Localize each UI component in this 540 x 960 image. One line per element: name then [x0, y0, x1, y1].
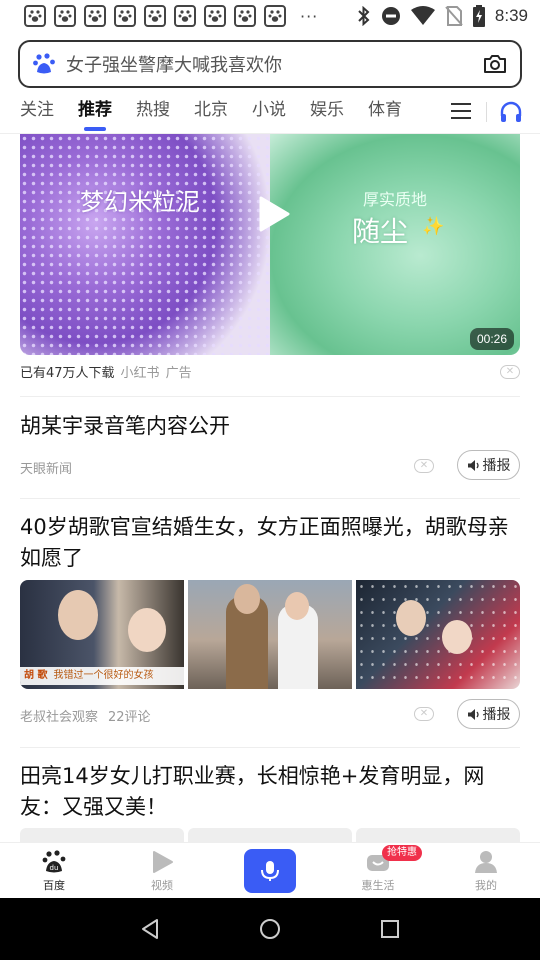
tab-entertainment[interactable]: 娱乐: [310, 90, 344, 134]
read-aloud-label: 播报: [482, 458, 511, 474]
status-bar: ··· 8:39: [0, 0, 540, 32]
dismiss-article-icon[interactable]: ✕: [414, 459, 434, 473]
back-icon[interactable]: [140, 918, 160, 940]
baidu-paw-icon: [33, 53, 55, 74]
article-image: 胡 歌我错过一个很好的女孩: [20, 580, 184, 689]
nav-baidu-label: 百度: [43, 878, 65, 892]
tab-sports[interactable]: 体育: [368, 90, 402, 134]
baidu-notification-icon: [234, 5, 256, 27]
nav-life[interactable]: 惠生活 抢特惠: [324, 843, 432, 898]
article-meta: 老叔社会观察 22评论: [20, 706, 161, 725]
baidu-notification-icon: [264, 5, 286, 27]
ad-image-left: 梦幻米粒泥: [20, 134, 270, 355]
baidu-home-icon: du: [42, 849, 66, 872]
baidu-notification-icon: [54, 5, 76, 27]
home-icon[interactable]: [259, 918, 281, 940]
promo-badge: 抢特惠: [382, 845, 422, 861]
article-title[interactable]: 40岁胡歌官宣结婚生女，女方正面照曝光，胡歌母亲如愿了: [20, 512, 520, 574]
video-duration: 00:26: [470, 328, 515, 350]
article-source: 天眼新闻: [20, 462, 73, 477]
baidu-notification-icon: [204, 5, 226, 27]
battery-charging-icon: [472, 5, 485, 27]
recents-icon[interactable]: [380, 919, 400, 939]
do-not-disturb-icon: [381, 7, 400, 25]
nav-voice-search[interactable]: [216, 843, 324, 898]
ad-image-right: 厚实质地 随尘 ✨: [270, 134, 520, 355]
sparkle-icon: ✨: [422, 216, 445, 237]
article-title[interactable]: 田亮14岁女儿打职业赛，长相惊艳+发育明显，网友：又强又美！: [20, 761, 520, 823]
system-navigation-bar: [0, 898, 540, 960]
svg-text:du: du: [50, 864, 59, 872]
ad-meta: 已有47万人下载 小红书 广告: [20, 362, 192, 381]
search-bar[interactable]: 女子强坐警摩大喊我喜欢你: [18, 40, 522, 88]
divider: [486, 102, 487, 122]
divider: [20, 396, 520, 397]
read-aloud-button[interactable]: 播报: [457, 699, 520, 729]
microphone-icon: [261, 860, 279, 881]
nav-life-label: 惠生活: [361, 878, 395, 892]
speaker-icon: [467, 708, 479, 720]
dismiss-article-icon[interactable]: ✕: [414, 707, 434, 721]
no-sim-icon: [445, 6, 463, 26]
image-subtitle: 胡 歌我错过一个很好的女孩: [20, 667, 184, 685]
article-image-strip[interactable]: [20, 828, 520, 842]
ad-right-caption-big: 随尘: [352, 215, 409, 248]
menu-icon[interactable]: [451, 102, 471, 120]
tab-beijing[interactable]: 北京: [194, 90, 228, 134]
article-image: [356, 580, 520, 689]
nav-baidu[interactable]: du 百度: [0, 843, 108, 898]
nav-me-label: 我的: [475, 878, 497, 892]
speaker-icon: [467, 459, 479, 471]
divider: [20, 747, 520, 748]
channel-tabs: 关注 推荐 热搜 北京 小说 娱乐 体育: [0, 90, 540, 134]
divider: [20, 498, 520, 499]
article-image: [188, 580, 352, 689]
nav-video-label: 视频: [151, 878, 173, 892]
comment-count: 22评论: [108, 710, 151, 725]
ad-downloads: 已有47万人下载: [20, 366, 115, 381]
article-source: 老叔社会观察: [20, 710, 99, 725]
ad-video[interactable]: 梦幻米粒泥 厚实质地 随尘 ✨ 00:26: [20, 134, 520, 355]
ad-label: 广告: [165, 366, 192, 381]
voice-search-button[interactable]: [244, 848, 296, 893]
bottom-navigation: du 百度 视频 惠生活 抢特惠 我的: [0, 842, 540, 898]
tab-novel[interactable]: 小说: [252, 90, 286, 134]
dismiss-ad-icon[interactable]: ✕: [500, 365, 520, 379]
article-image-strip[interactable]: 胡 歌我错过一个很好的女孩: [20, 580, 520, 689]
baidu-notification-icon: [24, 5, 46, 27]
nav-me[interactable]: 我的: [432, 843, 540, 898]
ad-right-caption-small: 厚实质地: [363, 190, 428, 209]
tab-recommend[interactable]: 推荐: [78, 90, 112, 134]
clock: 8:39: [494, 6, 528, 25]
wifi-icon: [410, 6, 435, 25]
user-icon: [475, 850, 497, 873]
nav-video[interactable]: 视频: [108, 843, 216, 898]
search-input[interactable]: 女子强坐警摩大喊我喜欢你: [66, 51, 482, 77]
camera-icon[interactable]: [482, 51, 508, 77]
read-aloud-label: 播报: [482, 707, 511, 723]
tab-follow[interactable]: 关注: [20, 90, 54, 134]
baidu-notification-icon: [174, 5, 196, 27]
video-icon: [153, 850, 173, 873]
ad-left-caption: 梦幻米粒泥: [80, 188, 200, 216]
baidu-notification-icon: [144, 5, 166, 27]
baidu-notification-icon: [114, 5, 136, 27]
read-aloud-button[interactable]: 播报: [457, 450, 520, 480]
baidu-notification-icon: [84, 5, 106, 27]
news-feed[interactable]: 梦幻米粒泥 厚实质地 随尘 ✨ 00:26 已有47万人下载 小红书 广告 ✕ 胡某…: [0, 134, 540, 842]
bluetooth-icon: [358, 6, 370, 26]
more-notifications-icon: ···: [300, 6, 319, 26]
article-meta: 天眼新闻: [20, 458, 82, 477]
article-title[interactable]: 胡某宇录音笔内容公开: [20, 411, 520, 442]
headphones-icon[interactable]: [499, 100, 523, 124]
tab-hot-search[interactable]: 热搜: [136, 90, 170, 134]
play-icon[interactable]: [258, 196, 290, 232]
ad-source: 小红书: [120, 366, 160, 381]
notification-icons: [24, 5, 286, 27]
